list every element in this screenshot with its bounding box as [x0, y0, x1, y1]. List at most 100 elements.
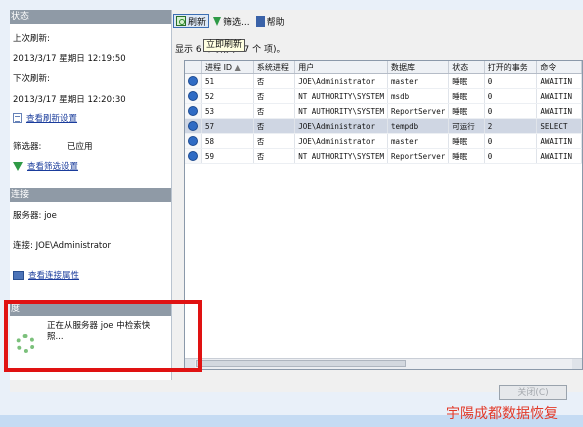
process-icon	[188, 76, 199, 86]
highlight-annotation-box	[4, 300, 202, 372]
table-row[interactable]: 52 否 NT AUTHORITY\SYSTEM msdb 睡眠 0 AWAITIN	[185, 88, 582, 104]
table-cell: 2	[484, 118, 538, 134]
table-cell: NT AUTHORITY\SYSTEM	[294, 103, 389, 119]
main-pane: 刷新 筛选... 帮助 立即刷新 显示 6 个项(共 27 个 项)。	[173, 10, 583, 380]
help-button[interactable]: 帮助	[254, 14, 287, 28]
scroll-right-arrow[interactable]	[572, 359, 582, 369]
table-row[interactable]: 53 否 NT AUTHORITY\SYSTEM ReportServer 睡眠 0 AWA…	[185, 103, 582, 119]
horizontal-scrollbar[interactable]	[185, 358, 582, 369]
col-header-open-transactions[interactable]: 打开的事务	[484, 61, 538, 74]
refresh-button[interactable]: 刷新	[173, 14, 210, 28]
col-header-command[interactable]: 命令	[536, 61, 582, 74]
watermark-text: 宇陽成都数据恢复	[446, 406, 558, 422]
table-cell: JOE\Administrator	[294, 133, 389, 149]
filter-toolbar-icon	[213, 16, 222, 26]
table-cell: 否	[253, 118, 296, 134]
connection-section-header: 连接	[10, 188, 171, 202]
next-refresh-value: 2013/3/17 星期日 12:20:30	[13, 95, 126, 105]
table-cell: 0	[484, 148, 538, 164]
table-cell: 0	[484, 88, 538, 104]
view-filter-settings-link[interactable]: 查看筛选设置	[13, 160, 78, 172]
process-grid[interactable]: 进程 ID ▲ 系统进程 用户 数据库 状态 打开的事务 命令 51 否 JOE\A…	[184, 60, 583, 370]
table-cell: tempdb	[387, 118, 450, 134]
close-button[interactable]: 关闭(C)	[499, 385, 567, 400]
process-icon	[188, 106, 199, 116]
table-cell: master	[387, 73, 450, 89]
table-row[interactable]: 59 否 NT AUTHORITY\SYSTEM ReportServer 睡眠 0 AWA…	[185, 148, 582, 164]
table-cell: NT AUTHORITY\SYSTEM	[294, 148, 389, 164]
table-cell: NT AUTHORITY\SYSTEM	[294, 88, 389, 104]
col-header-system-process[interactable]: 系统进程	[253, 61, 296, 74]
help-button-label: 帮助	[266, 17, 285, 28]
table-cell: AWAITIN	[536, 103, 582, 119]
table-cell: 睡眠	[448, 148, 485, 164]
table-row[interactable]: 58 否 JOE\Administrator master 睡眠 0 AWAITIN	[185, 133, 582, 149]
view-refresh-settings-link[interactable]: 查看刷新设置	[13, 112, 77, 124]
table-cell: 59	[201, 148, 254, 164]
col-header-status[interactable]: 状态	[448, 61, 485, 74]
table-row[interactable]: 57 否 JOE\Administrator tempdb 可运行 2 SELECT	[185, 118, 582, 134]
table-cell: AWAITIN	[536, 148, 582, 164]
filter-icon	[13, 161, 23, 171]
view-connection-properties-text: 查看连接属性	[28, 271, 80, 281]
refresh-tooltip: 立即刷新	[203, 39, 246, 52]
table-cell: ReportServer	[387, 103, 450, 119]
table-cell: 睡眠	[448, 88, 485, 104]
view-filter-settings-text: 查看筛选设置	[27, 162, 79, 172]
table-cell: 0	[484, 73, 538, 89]
table-cell: JOE\Administrator	[294, 118, 389, 134]
table-cell: 否	[253, 148, 296, 164]
table-cell: AWAITIN	[536, 133, 582, 149]
filter-button[interactable]: 筛选...	[211, 14, 252, 28]
toolbar: 刷新 筛选... 帮助	[173, 13, 583, 29]
table-cell: AWAITIN	[536, 73, 582, 89]
filter-label: 筛选器:	[13, 142, 42, 152]
table-cell: 51	[201, 73, 254, 89]
table-cell: ReportServer	[387, 148, 450, 164]
process-table: 进程 ID ▲ 系统进程 用户 数据库 状态 打开的事务 命令 51 否 JOE\A…	[185, 61, 582, 164]
table-cell: msdb	[387, 88, 450, 104]
process-icon	[188, 91, 199, 101]
table-cell: 否	[253, 88, 296, 104]
refresh-button-label: 刷新	[188, 17, 207, 28]
filter-button-label: 筛选...	[223, 17, 250, 28]
filter-value: 已应用	[67, 142, 93, 152]
table-cell: AWAITIN	[536, 88, 582, 104]
table-cell: 58	[201, 133, 254, 149]
row-icon-header	[185, 61, 203, 74]
grid-header-row: 进程 ID ▲ 系统进程 用户 数据库 状态 打开的事务 命令	[185, 61, 582, 74]
refresh-icon	[176, 16, 186, 26]
table-cell: 睡眠	[448, 133, 485, 149]
table-cell: SELECT	[536, 118, 582, 134]
help-book-icon	[255, 15, 265, 27]
server-label: 服务器: joe	[13, 211, 57, 221]
table-row[interactable]: 51 否 JOE\Administrator master 睡眠 0 AWAITIN	[185, 73, 582, 89]
connection-properties-icon	[13, 270, 24, 280]
scroll-thumb[interactable]	[196, 360, 406, 367]
table-cell: 可运行	[448, 118, 485, 134]
view-connection-properties-link[interactable]: 查看连接属性	[13, 269, 79, 281]
process-icon	[188, 151, 199, 161]
next-refresh-label: 下次刷新:	[13, 74, 50, 84]
col-header-spid[interactable]: 进程 ID ▲	[201, 61, 254, 74]
status-section-header: 状态	[10, 10, 171, 24]
last-refresh-label: 上次刷新:	[13, 34, 50, 44]
table-cell: 睡眠	[448, 103, 485, 119]
table-cell: 52	[201, 88, 254, 104]
table-cell: 否	[253, 73, 296, 89]
table-cell: 睡眠	[448, 73, 485, 89]
table-cell: 57	[201, 118, 254, 134]
table-cell: 否	[253, 133, 296, 149]
col-header-user[interactable]: 用户	[294, 61, 389, 74]
table-cell: JOE\Administrator	[294, 73, 389, 89]
col-header-database[interactable]: 数据库	[387, 61, 450, 74]
document-icon	[13, 113, 22, 123]
table-cell: 0	[484, 133, 538, 149]
table-cell: 0	[484, 103, 538, 119]
view-refresh-settings-text: 查看刷新设置	[26, 114, 78, 124]
table-cell: master	[387, 133, 450, 149]
last-refresh-value: 2013/3/17 星期日 12:19:50	[13, 54, 126, 64]
table-cell: 53	[201, 103, 254, 119]
connection-label: 连接: JOE\Administrator	[13, 241, 111, 251]
table-cell: 否	[253, 103, 296, 119]
